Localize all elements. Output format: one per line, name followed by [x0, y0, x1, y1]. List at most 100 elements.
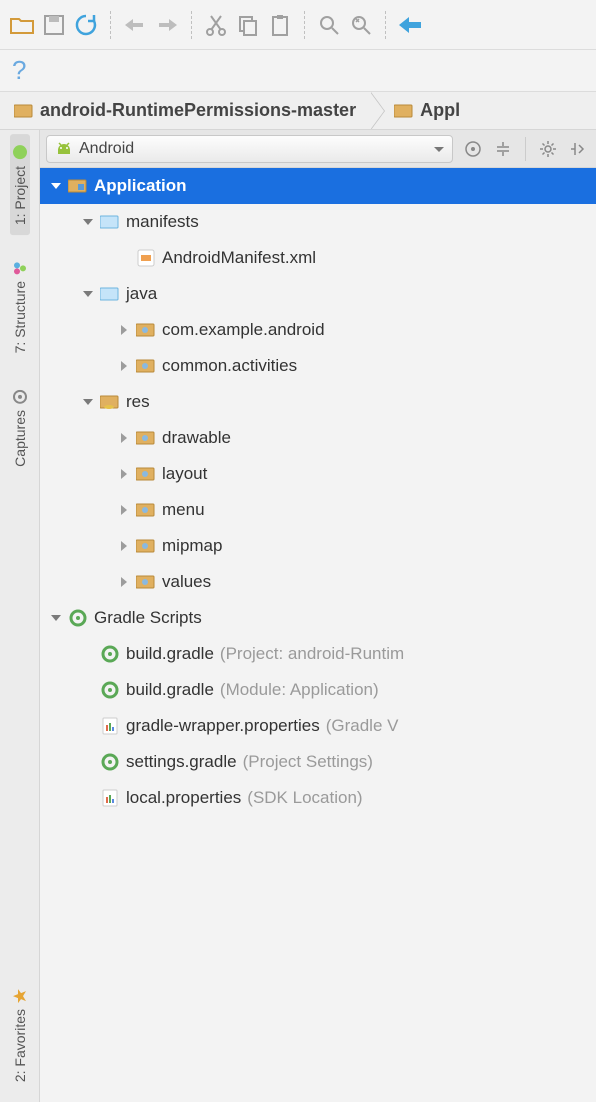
replace-icon[interactable] — [345, 9, 377, 41]
refresh-icon[interactable] — [70, 9, 102, 41]
tree-node-pkg1[interactable]: com.example.android — [40, 312, 596, 348]
tree-node-gradle-scripts[interactable]: Gradle Scripts — [40, 600, 596, 636]
sidebar-tab-favorites[interactable]: 2: Favorites — [10, 979, 30, 1092]
tree-node-drawable[interactable]: drawable — [40, 420, 596, 456]
tree-node-build-gradle-project[interactable]: build.gradle (Project: android-Runtim — [40, 636, 596, 672]
properties-file-icon — [100, 717, 120, 735]
breadcrumb-app[interactable]: Appl — [370, 92, 474, 129]
tree-hint: (Project Settings) — [243, 752, 373, 772]
sidebar-tab-project[interactable]: 1: Project — [10, 134, 30, 235]
expand-arrow-icon[interactable] — [80, 288, 96, 300]
open-icon[interactable] — [6, 9, 38, 41]
breadcrumb: android-RuntimePermissions-master Appl — [0, 92, 596, 130]
collapse-arrow-icon[interactable] — [116, 432, 132, 444]
tree-label: drawable — [162, 428, 231, 448]
project-view-selector[interactable]: Android — [46, 135, 453, 163]
package-icon — [136, 573, 156, 591]
tree-label: mipmap — [162, 536, 222, 556]
collapse-arrow-icon[interactable] — [116, 468, 132, 480]
sidebar-tab-captures[interactable]: Captures — [10, 380, 30, 477]
project-panel: Android Application — [40, 130, 596, 1102]
properties-file-icon — [100, 789, 120, 807]
tree-label: Application — [94, 176, 187, 196]
tree-hint: (Module: Application) — [220, 680, 379, 700]
tree-label: Gradle Scripts — [94, 608, 202, 628]
redo-icon[interactable] — [151, 9, 183, 41]
gradle-icon — [100, 645, 120, 663]
module-folder-icon — [68, 177, 88, 195]
paste-icon[interactable] — [264, 9, 296, 41]
tree-node-mipmap[interactable]: mipmap — [40, 528, 596, 564]
left-sidebar: 1: Project 7: Structure Captures 2: Favo… — [0, 130, 40, 1102]
back-icon[interactable] — [394, 9, 426, 41]
tree-hint: (Gradle V — [326, 716, 399, 736]
tree-node-build-gradle-module[interactable]: build.gradle (Module: Application) — [40, 672, 596, 708]
hide-icon[interactable] — [566, 137, 590, 161]
sidebar-tab-favorites-label: 2: Favorites — [12, 1009, 28, 1082]
structure-icon — [13, 260, 27, 276]
collapse-arrow-icon[interactable] — [116, 576, 132, 588]
sidebar-tab-captures-label: Captures — [12, 410, 28, 467]
tree-node-gradle-wrapper-properties[interactable]: gradle-wrapper.properties (Gradle V — [40, 708, 596, 744]
package-icon — [136, 501, 156, 519]
collapse-arrow-icon[interactable] — [116, 360, 132, 372]
project-tree[interactable]: Application manifests AndroidManifest.xm… — [40, 168, 596, 1102]
tree-node-values[interactable]: values — [40, 564, 596, 600]
tree-node-androidmanifest[interactable]: AndroidManifest.xml — [40, 240, 596, 276]
tree-node-application[interactable]: Application — [40, 168, 596, 204]
tree-label: manifests — [126, 212, 199, 232]
cut-icon[interactable] — [200, 9, 232, 41]
gear-icon[interactable] — [536, 137, 560, 161]
android-head-icon — [55, 140, 73, 158]
find-icon[interactable] — [313, 9, 345, 41]
tree-node-pkg2[interactable]: common.activities — [40, 348, 596, 384]
package-icon — [136, 465, 156, 483]
tree-node-settings-gradle[interactable]: settings.gradle (Project Settings) — [40, 744, 596, 780]
breadcrumb-app-label: Appl — [420, 100, 460, 121]
collapse-arrow-icon[interactable] — [116, 324, 132, 336]
tree-label: build.gradle — [126, 680, 214, 700]
tree-label: layout — [162, 464, 207, 484]
scroll-target-icon[interactable] — [461, 137, 485, 161]
copy-icon[interactable] — [232, 9, 264, 41]
tree-node-res[interactable]: res — [40, 384, 596, 420]
gradle-icon — [100, 753, 120, 771]
sidebar-tab-structure[interactable]: 7: Structure — [10, 251, 30, 363]
tree-node-menu[interactable]: menu — [40, 492, 596, 528]
collapse-all-icon[interactable] — [491, 137, 515, 161]
tree-label: gradle-wrapper.properties — [126, 716, 320, 736]
breadcrumb-root-label: android-RuntimePermissions-master — [40, 100, 356, 121]
chevron-down-icon — [434, 140, 444, 158]
tree-node-layout[interactable]: layout — [40, 456, 596, 492]
tree-label: AndroidManifest.xml — [162, 248, 316, 268]
tree-label: local.properties — [126, 788, 241, 808]
expand-arrow-icon[interactable] — [80, 216, 96, 228]
package-icon — [136, 357, 156, 375]
expand-arrow-icon[interactable] — [48, 180, 64, 192]
undo-icon[interactable] — [119, 9, 151, 41]
tree-label: res — [126, 392, 150, 412]
sidebar-tab-structure-label: 7: Structure — [12, 281, 28, 353]
star-icon — [13, 988, 27, 1004]
help-icon[interactable]: ? — [12, 55, 26, 86]
tree-label: build.gradle — [126, 644, 214, 664]
project-view-label: Android — [79, 140, 134, 158]
collapse-arrow-icon[interactable] — [116, 504, 132, 516]
tree-node-manifests[interactable]: manifests — [40, 204, 596, 240]
tree-label: java — [126, 284, 157, 304]
breadcrumb-root[interactable]: android-RuntimePermissions-master — [0, 92, 370, 129]
help-bar: ? — [0, 50, 596, 92]
main-area: 1: Project 7: Structure Captures 2: Favo… — [0, 130, 596, 1102]
tree-label: settings.gradle — [126, 752, 237, 772]
expand-arrow-icon[interactable] — [48, 612, 64, 624]
collapse-arrow-icon[interactable] — [116, 540, 132, 552]
project-panel-bar: Android — [40, 130, 596, 168]
gradle-icon — [100, 681, 120, 699]
tree-label: common.activities — [162, 356, 297, 376]
package-icon — [136, 429, 156, 447]
save-icon[interactable] — [38, 9, 70, 41]
gradle-icon — [68, 609, 88, 627]
tree-node-java[interactable]: java — [40, 276, 596, 312]
expand-arrow-icon[interactable] — [80, 396, 96, 408]
tree-node-local-properties[interactable]: local.properties (SDK Location) — [40, 780, 596, 816]
